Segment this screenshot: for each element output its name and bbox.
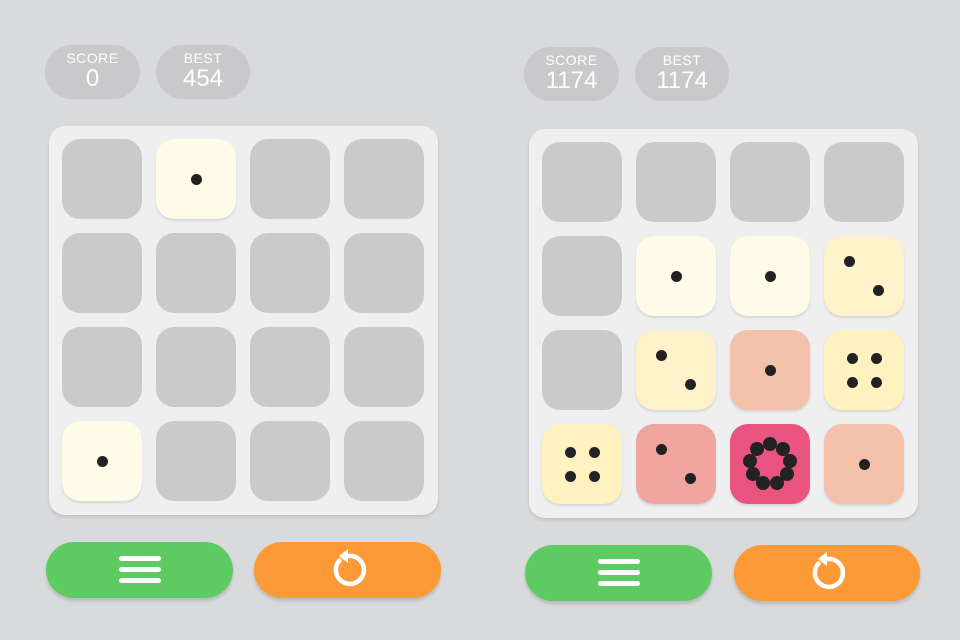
die-tile — [730, 236, 810, 316]
best-label: BEST — [662, 52, 702, 68]
die-tile — [636, 236, 716, 316]
board-cell — [542, 236, 622, 316]
best-badge: BEST 1174 — [635, 47, 729, 101]
die-pip — [564, 446, 576, 458]
board-cell — [62, 327, 142, 407]
restart-icon — [333, 549, 366, 587]
die-tile — [824, 424, 904, 504]
die-pip — [564, 470, 576, 482]
die-tile — [730, 424, 810, 504]
die-pip — [870, 376, 882, 388]
game-screen-right: SCORE 1174 BEST 1174 — [480, 0, 960, 640]
die-pip — [656, 444, 668, 456]
best-value: 1174 — [656, 67, 708, 94]
score-label: SCORE — [545, 52, 598, 68]
menu-button[interactable] — [525, 545, 712, 601]
board-cell — [62, 233, 142, 313]
board-cell — [62, 139, 142, 219]
die-pip — [190, 173, 202, 185]
die-pip — [844, 256, 856, 268]
menu-icon — [597, 559, 640, 587]
board-cell — [250, 139, 330, 219]
die-pip — [684, 378, 696, 390]
board-cell — [824, 142, 904, 222]
die-pip — [764, 364, 776, 376]
die-pip — [763, 437, 777, 451]
restart-icon — [812, 552, 846, 590]
die-tile — [730, 330, 810, 410]
board-cell — [542, 142, 622, 222]
die-pip — [846, 376, 858, 388]
board-cell — [730, 142, 810, 222]
best-value: 454 — [182, 65, 224, 92]
game-board[interactable] — [529, 129, 918, 518]
menu-button[interactable] — [46, 542, 233, 598]
die-pip — [782, 453, 797, 468]
restart-button[interactable] — [254, 542, 441, 598]
board-cell — [344, 327, 424, 407]
score-badge: SCORE 1174 — [524, 47, 619, 101]
die-tile — [542, 424, 622, 504]
die-tile — [156, 139, 236, 219]
die-pip — [750, 441, 765, 456]
die-pip — [684, 472, 696, 484]
score-badge: SCORE 0 — [45, 45, 140, 99]
die-pip — [872, 284, 884, 296]
board-cell — [250, 421, 330, 501]
board-cell — [250, 233, 330, 313]
board-cell — [156, 421, 236, 501]
score-value: 0 — [85, 65, 100, 92]
score-value: 1174 — [545, 67, 598, 94]
board-cell — [156, 327, 236, 407]
board-cell — [344, 233, 424, 313]
die-pip — [96, 455, 108, 467]
die-tile — [824, 236, 904, 316]
best-badge: BEST 454 — [156, 45, 250, 99]
die-pip — [588, 470, 600, 482]
game-board[interactable] — [49, 126, 438, 515]
board-cell — [542, 330, 622, 410]
die-tile — [636, 424, 716, 504]
menu-icon — [118, 556, 161, 584]
die-tile — [636, 330, 716, 410]
board-cell — [636, 142, 716, 222]
best-label: BEST — [183, 50, 223, 66]
die-pip — [588, 446, 600, 458]
game-screen-left: SCORE 0 BEST 454 — [0, 0, 480, 640]
die-pip — [745, 467, 760, 481]
die-pip — [764, 270, 776, 282]
board-cell — [250, 327, 330, 407]
die-pip — [656, 350, 668, 362]
score-label: SCORE — [66, 50, 119, 66]
board-cell — [344, 139, 424, 219]
die-pip — [670, 270, 682, 282]
board-cell — [344, 421, 424, 501]
die-pip — [846, 352, 858, 364]
die-pip — [769, 475, 784, 490]
die-pip — [870, 352, 882, 364]
die-tile — [824, 330, 904, 410]
die-pip — [858, 458, 870, 470]
die-tile — [62, 421, 142, 501]
board-cell — [156, 233, 236, 313]
restart-button[interactable] — [734, 545, 920, 601]
